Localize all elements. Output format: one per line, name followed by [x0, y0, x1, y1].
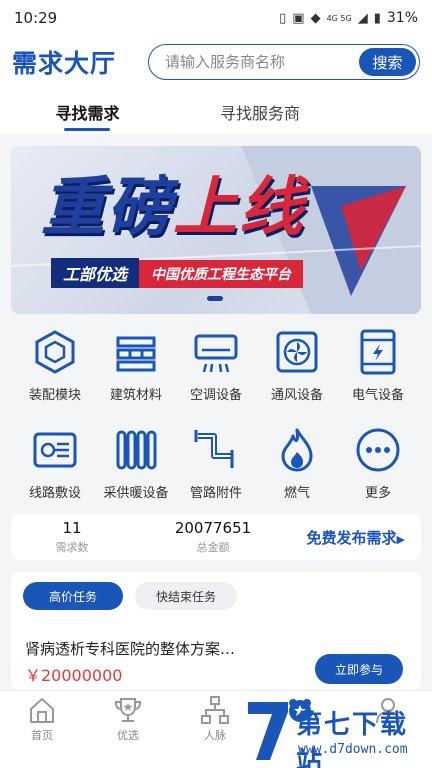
category-label: 装配模块 [28, 388, 81, 403]
stats-card: 11 需求数 20077651 总金额 免费发布需求▶ [11, 514, 421, 560]
join-now-button[interactable]: 立即参与 [315, 654, 403, 684]
category-label: 电气设备 [351, 388, 404, 403]
electric-cabinet-icon [360, 329, 396, 375]
category-heating[interactable]: 采供暖设备 [93, 426, 179, 501]
search-box[interactable]: 搜索 [148, 44, 420, 80]
banner-headline: 重磅上线 [41, 176, 305, 240]
publish-demand-link[interactable]: 免费发布需求▶ [307, 527, 405, 548]
header: 需求大厅 搜索 [0, 36, 432, 88]
banner-tag-slogan: 中国优质工程生态平台 [139, 260, 303, 288]
watermark-logo-icon [248, 702, 288, 760]
cable-icon [33, 432, 77, 468]
signal-icon: ◢ [357, 10, 368, 26]
category-more[interactable]: 更多 [335, 426, 421, 501]
nav-label: 优选 [117, 729, 139, 742]
site-watermark: 第七下载站 www.d7down.com [240, 692, 432, 768]
category-grid: 装配模块 建筑材料 空调设备 通风设备 电气设备 线路敷设 采供暖设备 管路附件… [0, 322, 432, 508]
task-tab-high-price[interactable]: 高价任务 [23, 582, 123, 610]
status-icons: ▯ ▣ ◆ 4G 5G ◢ ▮ 31% [279, 10, 418, 26]
category-label: 建筑材料 [109, 388, 162, 403]
category-label: 通风设备 [270, 388, 323, 403]
flame-icon [281, 428, 313, 472]
task-tab-ending-soon[interactable]: 快结束任务 [135, 582, 237, 610]
nav-connections[interactable]: 人脉 [185, 695, 245, 743]
banner-tag-brand: 工部优选 [51, 258, 140, 288]
banner-indicator [207, 296, 223, 301]
banner-headline-main: 重磅 [41, 171, 173, 245]
promo-banner[interactable]: 重磅上线 工部优选 中国优质工程生态平台 [11, 146, 421, 314]
more-icon [356, 428, 400, 472]
network-type: 4G 5G [326, 13, 352, 23]
fan-icon [276, 331, 318, 373]
category-gas[interactable]: 燃气 [254, 426, 340, 501]
category-cable-laying[interactable]: 线路敷设 [12, 426, 98, 501]
category-ventilation[interactable]: 通风设备 [254, 328, 340, 403]
tab-bar: 寻找需求 寻找服务商 [0, 88, 432, 134]
watermark-text: 第七下载站 [296, 710, 409, 768]
air-conditioner-icon [194, 334, 238, 373]
wifi-icon: ◆ [310, 10, 321, 26]
category-building-material[interactable]: 建筑材料 [93, 328, 179, 403]
stat-label: 总金额 [196, 541, 230, 554]
stat-value: 11 [62, 519, 82, 537]
pipe-icon [194, 430, 234, 468]
page-title: 需求大厅 [12, 49, 117, 78]
category-label: 空调设备 [189, 388, 242, 403]
trophy-icon [114, 698, 142, 722]
stat-demand-count: 11 需求数 [11, 519, 133, 555]
publish-demand-label: 免费发布需求 [306, 528, 397, 547]
category-label: 采供暖设备 [103, 486, 169, 501]
stat-label: 需求数 [55, 541, 89, 554]
caret-right-icon: ▶ [396, 532, 405, 546]
category-label: 更多 [364, 486, 391, 501]
search-button[interactable]: 搜索 [359, 48, 416, 76]
status-bar: 10:29 ▯ ▣ ◆ 4G 5G ◢ ▮ 31% [0, 0, 432, 36]
category-electrical[interactable]: 电气设备 [335, 328, 421, 403]
category-assembly-module[interactable]: 装配模块 [12, 328, 98, 403]
nav-featured[interactable]: 优选 [98, 695, 158, 743]
category-label: 线路敷设 [28, 486, 81, 501]
watermark-url: www.d7down.com [298, 742, 408, 757]
status-time: 10:29 [14, 9, 58, 27]
nav-home[interactable]: 首页 [12, 695, 72, 743]
category-label: 管路附件 [189, 486, 242, 501]
battery-level: 31% [386, 10, 418, 26]
home-icon [30, 698, 54, 723]
building-material-icon [116, 336, 156, 372]
nav-label: 首页 [31, 729, 53, 742]
nfc-icon: ▣ [292, 10, 305, 26]
search-input[interactable] [165, 53, 359, 71]
task-price: ￥20000000 [25, 666, 123, 685]
cube-icon [35, 330, 75, 374]
tab-find-provider[interactable]: 寻找服务商 [175, 88, 345, 134]
stat-value: 20077651 [174, 519, 252, 537]
category-air-conditioning[interactable]: 空调设备 [173, 328, 259, 403]
radiator-icon [116, 430, 157, 470]
banner-headline-accent: 上线 [173, 171, 305, 245]
task-title[interactable]: 肾病透析专科医院的整体方案… [25, 638, 235, 659]
vibrate-icon: ▯ [279, 10, 287, 26]
nav-label: 人脉 [204, 729, 226, 742]
network-icon [201, 696, 229, 724]
task-card: 高价任务 快结束任务 肾病透析专科医院的整体方案… ￥20000000 立即参与 [11, 572, 421, 690]
stat-total-amount: 20077651 总金额 [133, 519, 293, 555]
battery-icon: ▮ [373, 10, 381, 26]
tab-find-demand[interactable]: 寻找需求 [0, 88, 175, 134]
category-pipe-fittings[interactable]: 管路附件 [173, 426, 259, 501]
category-label: 燃气 [283, 486, 310, 501]
